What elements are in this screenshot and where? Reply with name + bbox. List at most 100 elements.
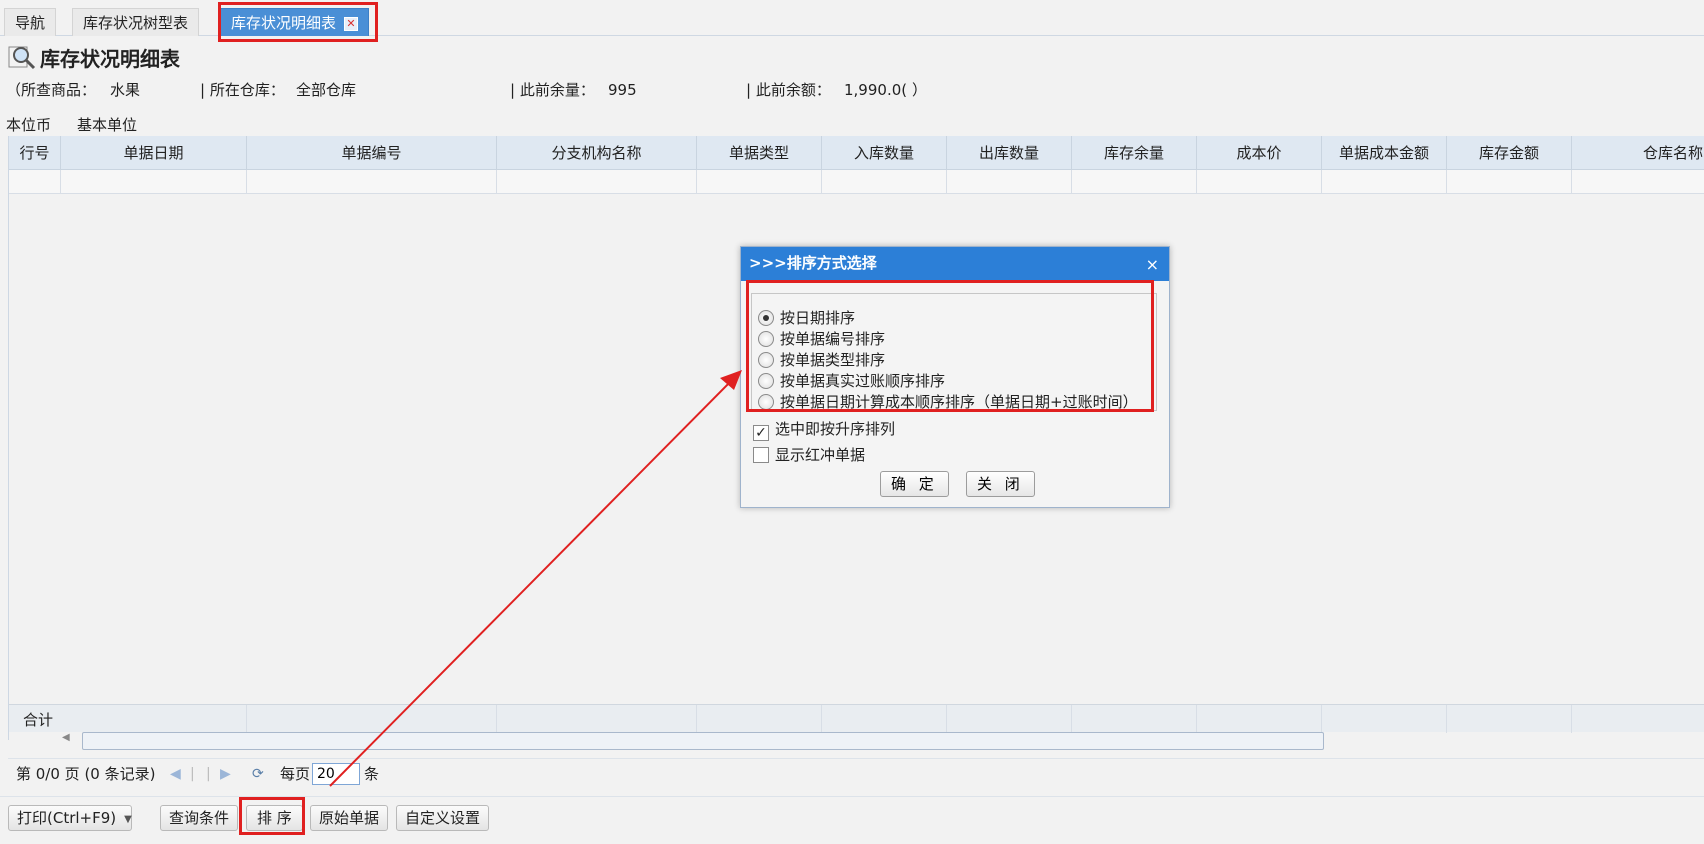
sort-option-date[interactable]: 按日期排序 bbox=[758, 308, 855, 328]
table-cell bbox=[822, 170, 947, 194]
sort-option-cost-order[interactable]: 按单据日期计算成本顺序排序（单据日期+过账时间） bbox=[758, 392, 1138, 412]
close-button[interactable]: 关 闭 bbox=[966, 471, 1035, 497]
tab-label: 导航 bbox=[15, 14, 46, 32]
column-header[interactable]: 单据成本金额 bbox=[1322, 136, 1447, 170]
grid-header: 行号 单据日期 单据编号 分支机构名称 单据类型 入库数量 出库数量 库存余量 … bbox=[9, 136, 1704, 170]
first-page-icon[interactable]: ◀ bbox=[170, 759, 181, 789]
refresh-icon[interactable]: ⟳ bbox=[252, 759, 264, 789]
column-header[interactable]: 入库数量 bbox=[822, 136, 947, 170]
tab-navigation[interactable]: 导航 bbox=[4, 8, 57, 36]
tab-bar: 导航 库存状况树型表 库存状况明细表 ✕ bbox=[0, 0, 1704, 36]
sort-dialog: >>>排序方式选择 × 按日期排序 按单据编号排序 按单据类型排序 按单据真实过… bbox=[740, 246, 1170, 508]
ascending-label: 选中即按升序排列 bbox=[775, 420, 896, 438]
unit-label[interactable]: 基本单位 bbox=[77, 116, 137, 134]
column-header[interactable]: 单据编号 bbox=[247, 136, 497, 170]
table-cell bbox=[822, 705, 947, 733]
table-cell bbox=[247, 705, 497, 733]
tab-inventory-detail[interactable]: 库存状况明细表 ✕ bbox=[220, 8, 370, 36]
per-page-unit: 条 bbox=[364, 765, 380, 783]
tab-inventory-tree[interactable]: 库存状况树型表 bbox=[72, 8, 200, 36]
page-title: 库存状况明细表 bbox=[8, 44, 180, 74]
table-cell bbox=[61, 705, 247, 733]
column-header[interactable]: 行号 bbox=[9, 136, 61, 170]
product-label: （所查商品： bbox=[6, 81, 97, 99]
ok-button[interactable]: 确 定 bbox=[880, 471, 949, 497]
currency-label[interactable]: 本位币 bbox=[6, 116, 51, 134]
table-cell bbox=[61, 170, 247, 194]
ascending-checkbox-row[interactable]: ✓ 选中即按升序排列 bbox=[753, 419, 895, 441]
custom-settings-button[interactable]: 自定义设置 bbox=[396, 805, 490, 831]
separator-icon: | bbox=[206, 766, 211, 782]
print-button[interactable]: 打印(Ctrl+F9) ▼ bbox=[8, 805, 132, 831]
radio-icon[interactable] bbox=[758, 394, 774, 410]
option-label: 按单据真实过账顺序排序 bbox=[780, 372, 946, 390]
column-header[interactable]: 成本价 bbox=[1197, 136, 1322, 170]
column-header[interactable]: 分支机构名称 bbox=[497, 136, 697, 170]
dialog-title-bar: >>>排序方式选择 × bbox=[741, 247, 1169, 281]
separator-icon: | bbox=[190, 766, 195, 782]
prev-qty-label: | 此前余量： bbox=[510, 81, 595, 99]
sort-option-type[interactable]: 按单据类型排序 bbox=[758, 350, 885, 370]
table-cell bbox=[497, 705, 697, 733]
column-header[interactable]: 仓库名称 bbox=[1572, 136, 1704, 170]
warehouse-value: 全部仓库 bbox=[296, 81, 357, 99]
prev-amount-label: | 此前余额： bbox=[746, 81, 831, 99]
query-summary: （所查商品： 水果 | 所在仓库： 全部仓库 | 此前余量： 995 | 此前余… bbox=[6, 80, 1006, 100]
print-label: 打印(Ctrl+F9) bbox=[17, 809, 117, 827]
column-header[interactable]: 库存余量 bbox=[1072, 136, 1197, 170]
original-doc-button[interactable]: 原始单据 bbox=[310, 805, 389, 831]
column-header[interactable]: 出库数量 bbox=[947, 136, 1072, 170]
sort-button[interactable]: 排 序 bbox=[246, 805, 303, 831]
sort-option-posting-order[interactable]: 按单据真实过账顺序排序 bbox=[758, 371, 945, 391]
close-icon[interactable]: × bbox=[1146, 249, 1159, 281]
scrollbar-thumb[interactable] bbox=[82, 732, 1324, 750]
table-cell bbox=[1447, 170, 1572, 194]
close-paren: ） bbox=[912, 81, 928, 99]
table-cell bbox=[9, 170, 61, 194]
chevron-down-icon: ▼ bbox=[124, 814, 132, 825]
scroll-left-icon[interactable]: ◀ bbox=[62, 732, 70, 743]
table-cell bbox=[947, 170, 1072, 194]
query-button[interactable]: 查询条件 bbox=[160, 805, 239, 831]
table-cell bbox=[697, 705, 822, 733]
radio-icon[interactable] bbox=[758, 331, 774, 347]
table-cell bbox=[247, 170, 497, 194]
column-header[interactable]: 单据类型 bbox=[697, 136, 822, 170]
checkbox-icon[interactable] bbox=[753, 447, 769, 463]
radio-icon[interactable] bbox=[758, 352, 774, 368]
table-cell bbox=[1322, 705, 1447, 733]
prev-qty-value: 995 bbox=[608, 81, 637, 99]
red-reversal-label: 显示红冲单据 bbox=[775, 446, 866, 464]
horizontal-scrollbar[interactable]: ◀ bbox=[60, 732, 1704, 750]
checkbox-checked-icon[interactable]: ✓ bbox=[753, 425, 769, 441]
radio-icon[interactable] bbox=[758, 373, 774, 389]
dialog-title: >>>排序方式选择 bbox=[749, 254, 877, 272]
red-reversal-checkbox-row[interactable]: 显示红冲单据 bbox=[753, 445, 865, 465]
sum-label: 合计 bbox=[23, 711, 54, 729]
table-cell bbox=[697, 170, 822, 194]
table-row[interactable] bbox=[9, 170, 1704, 194]
tab-label: 库存状况树型表 bbox=[83, 14, 189, 32]
column-header[interactable]: 库存金额 bbox=[1447, 136, 1572, 170]
warehouse-label: | 所在仓库： bbox=[200, 81, 285, 99]
next-page-icon[interactable]: ▶ bbox=[220, 759, 231, 789]
table-cell bbox=[1322, 170, 1447, 194]
close-icon[interactable]: ✕ bbox=[344, 17, 359, 31]
option-label: 按单据类型排序 bbox=[780, 351, 886, 369]
option-label: 按单据编号排序 bbox=[780, 330, 886, 348]
magnifier-icon bbox=[8, 46, 36, 70]
per-page-label: 每页 bbox=[280, 765, 311, 783]
unit-options: 本位币 基本单位 bbox=[6, 114, 163, 135]
radio-selected-icon[interactable] bbox=[758, 310, 774, 326]
table-cell bbox=[1447, 705, 1572, 733]
product-value: 水果 bbox=[110, 81, 141, 99]
sort-option-number[interactable]: 按单据编号排序 bbox=[758, 329, 885, 349]
per-page-input[interactable] bbox=[312, 763, 360, 785]
table-cell bbox=[1072, 170, 1197, 194]
table-cell bbox=[1072, 705, 1197, 733]
table-cell bbox=[947, 705, 1072, 733]
table-cell bbox=[1197, 170, 1322, 194]
column-header[interactable]: 单据日期 bbox=[61, 136, 247, 170]
option-label: 按单据日期计算成本顺序排序（单据日期+过账时间） bbox=[780, 393, 1138, 411]
tab-label: 库存状况明细表 bbox=[231, 14, 337, 32]
